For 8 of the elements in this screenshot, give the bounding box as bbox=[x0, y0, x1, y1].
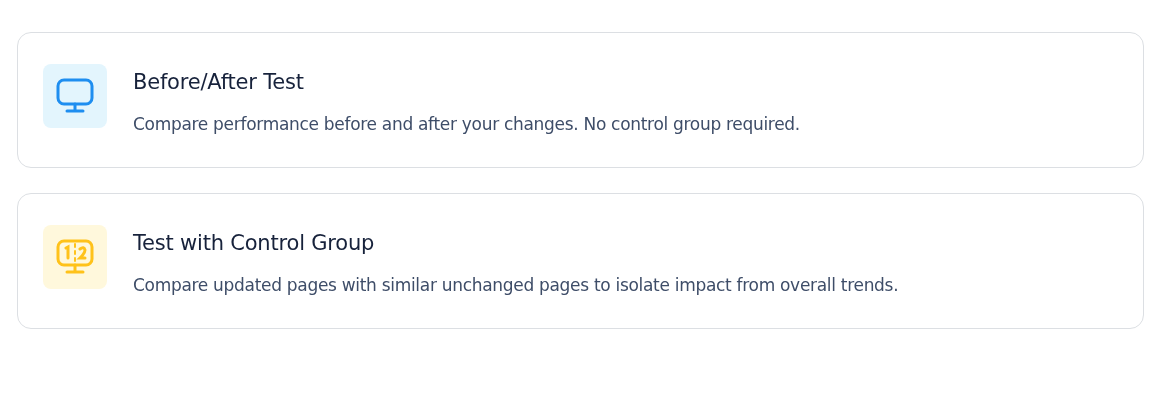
monitor-icon bbox=[55, 78, 95, 114]
option-card[interactable]: Test with Control Group Compare updated pages with similar unchanged pages to isolate impact from overall trends. bbox=[17, 193, 1144, 329]
option-description: Compare performance before and after your changes. No control group required. bbox=[133, 114, 800, 134]
option-title: Test with Control Group bbox=[133, 231, 376, 255]
option-title: Before/After Test bbox=[133, 70, 305, 94]
option-card[interactable]: Before/After Test Compare performance before and after your changes. No control group required. bbox=[17, 32, 1144, 168]
split-screen-icon bbox=[55, 239, 95, 275]
option-description: Compare updated pages with similar unchanged pages to isolate impact from overall trends. bbox=[133, 275, 899, 295]
